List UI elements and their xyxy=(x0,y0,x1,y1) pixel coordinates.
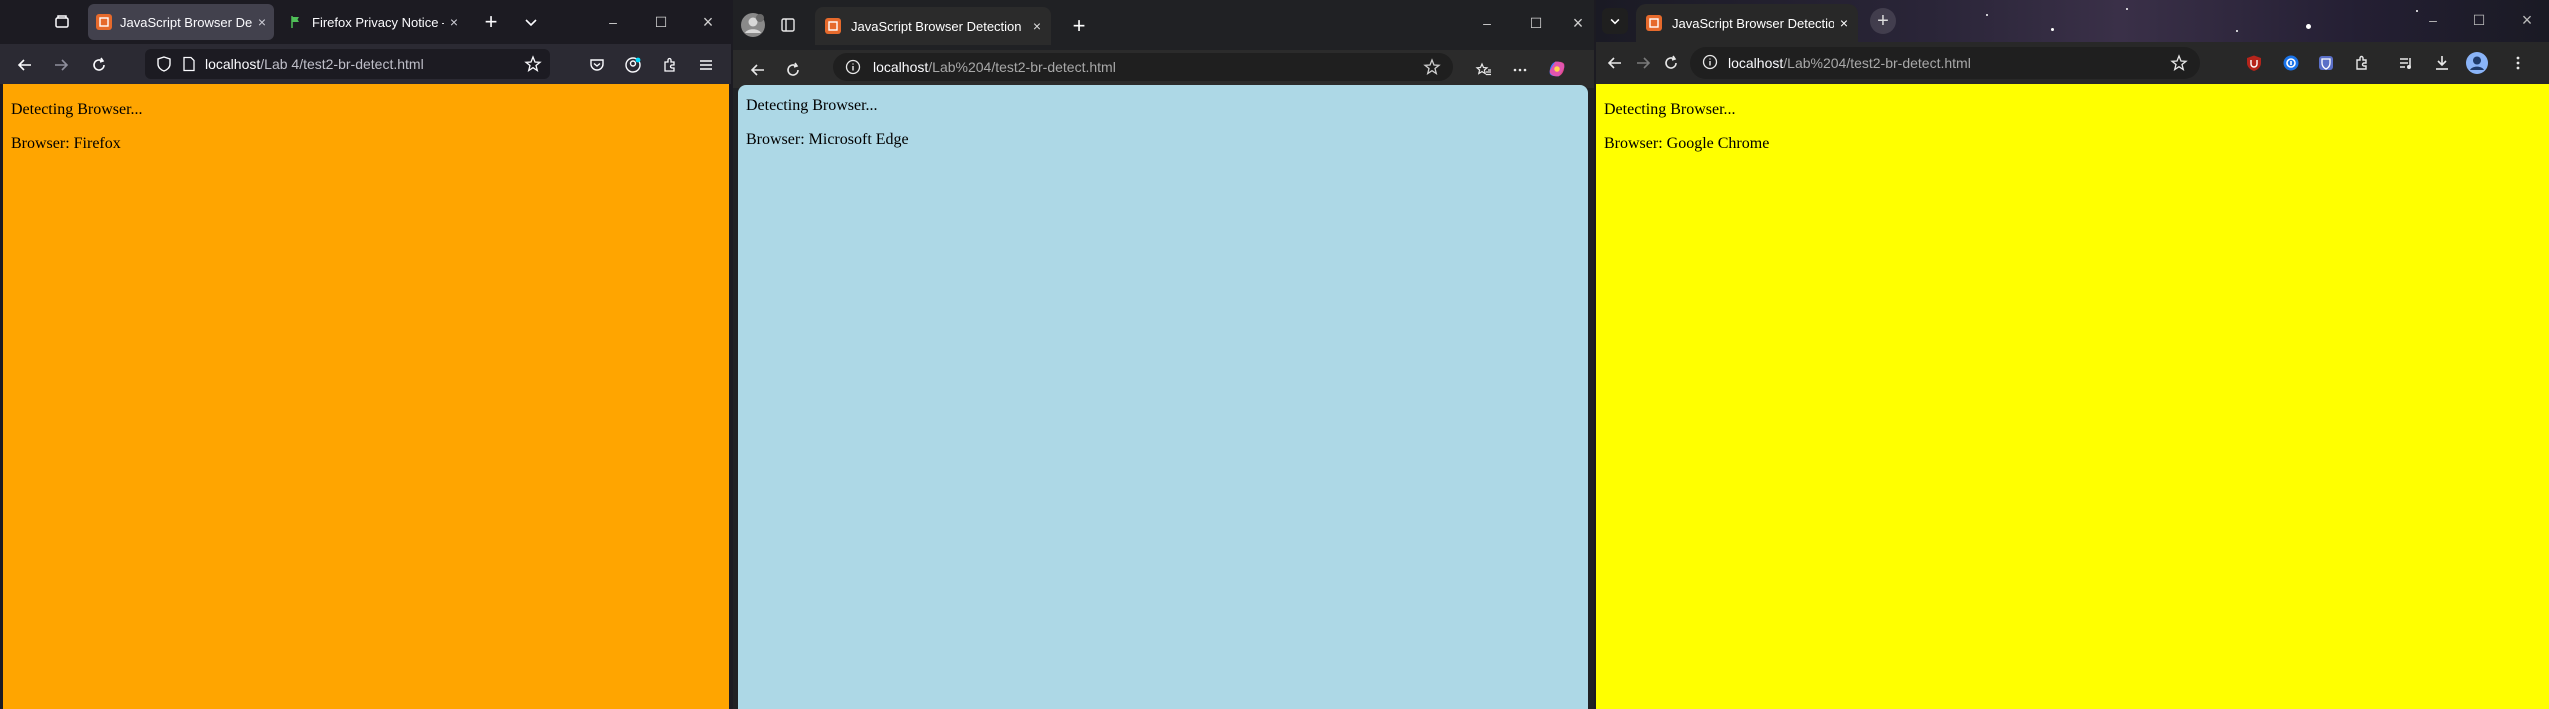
favorite-star-icon[interactable] xyxy=(1423,58,1441,76)
firefox-tab-bar: JavaScript Browser Detect × Firefox Priv… xyxy=(0,0,731,44)
profile-avatar-icon[interactable] xyxy=(740,12,766,38)
chrome-tab-label: JavaScript Browser Detection xyxy=(1672,15,1834,31)
copilot-icon[interactable] xyxy=(1545,57,1569,81)
page-icon[interactable] xyxy=(181,56,197,72)
edge-tab-browser-detect[interactable]: JavaScript Browser Detection × xyxy=(815,7,1051,45)
edge-tab-label: JavaScript Browser Detection xyxy=(851,18,1022,34)
detecting-text: Detecting Browser... xyxy=(746,97,878,114)
firefox-page-content: Detecting Browser... Browser: Firefox xyxy=(3,84,729,709)
chrome-tab-browser-detect[interactable]: JavaScript Browser Detection × xyxy=(1636,4,1858,42)
edge-window: JavaScript Browser Detection × + – ☐ × l… xyxy=(733,0,1594,709)
url-path: /Lab%204/test2-br-detect.html xyxy=(1783,55,1971,71)
star-decoration xyxy=(2236,30,2238,32)
minimize-button[interactable]: – xyxy=(597,0,629,44)
account-icon[interactable] xyxy=(622,54,644,76)
site-info-icon[interactable] xyxy=(1702,54,1720,72)
detecting-text: Detecting Browser... xyxy=(1604,101,1736,118)
chrome-page-content: Detecting Browser... Browser: Google Chr… xyxy=(1596,84,2549,709)
edge-tab-bar: JavaScript Browser Detection × + – ☐ × xyxy=(733,0,1594,50)
url-host: localhost xyxy=(1728,55,1784,71)
more-options-icon[interactable] xyxy=(1509,59,1531,81)
reload-icon[interactable] xyxy=(782,59,804,81)
window-close-button[interactable]: × xyxy=(1562,0,1594,46)
maximize-button[interactable]: ☐ xyxy=(1519,0,1553,46)
firefox-url-bar[interactable]: localhost/Lab 4/test2-br-detect.html xyxy=(145,49,550,79)
reload-icon[interactable] xyxy=(1660,52,1682,74)
tab-search-chevron-icon[interactable] xyxy=(1602,8,1628,34)
chrome-window: JavaScript Browser Detection × + – ☐ × l… xyxy=(1596,0,2549,709)
extensions-icon[interactable] xyxy=(2352,53,2372,73)
firefox-nav-toolbar: localhost/Lab 4/test2-br-detect.html xyxy=(0,44,731,84)
back-arrow-icon[interactable] xyxy=(1604,52,1626,74)
back-arrow-icon[interactable] xyxy=(14,54,36,76)
ublock-extension-icon[interactable] xyxy=(2244,53,2264,73)
close-icon[interactable]: × xyxy=(450,14,458,30)
star-decoration xyxy=(2051,28,2054,31)
firefox-view-icon[interactable] xyxy=(50,10,74,34)
star-decoration xyxy=(1986,14,1988,16)
chrome-nav-toolbar: localhost/Lab%204/test2-br-detect.html xyxy=(1596,42,2549,84)
favorites-icon[interactable] xyxy=(1473,59,1495,81)
window-close-button[interactable]: × xyxy=(692,0,724,44)
info-icon[interactable] xyxy=(845,59,861,75)
firefox-tab-browser-detect[interactable]: JavaScript Browser Detect × xyxy=(88,4,274,40)
shield-icon[interactable] xyxy=(155,55,173,73)
edge-nav-toolbar: localhost/Lab%204/test2-br-detect.html xyxy=(733,50,1594,88)
firefox-tab-label: JavaScript Browser Detect xyxy=(120,14,252,30)
minimize-button[interactable]: – xyxy=(2416,0,2450,40)
new-tab-button[interactable]: + xyxy=(479,9,503,34)
flag-favicon-icon xyxy=(288,14,304,30)
new-tab-button[interactable]: + xyxy=(1870,8,1896,34)
bookmark-star-icon[interactable] xyxy=(2170,54,2188,72)
profile-avatar-icon[interactable] xyxy=(2465,51,2489,75)
edge-page-content: Detecting Browser... Browser: Microsoft … xyxy=(738,85,1588,709)
extensions-icon[interactable] xyxy=(659,54,681,76)
close-icon[interactable]: × xyxy=(258,14,266,30)
menu-icon[interactable] xyxy=(695,54,717,76)
tab-actions-icon[interactable] xyxy=(777,14,799,36)
media-controls-icon[interactable] xyxy=(2396,53,2416,73)
maximize-button[interactable]: ☐ xyxy=(645,0,677,44)
url-host: localhost xyxy=(873,59,929,75)
browser-result-text: Browser: Google Chrome xyxy=(1604,135,1770,152)
url-host: localhost xyxy=(205,56,261,72)
reload-icon[interactable] xyxy=(88,54,110,76)
pocket-icon[interactable] xyxy=(586,54,608,76)
browser-result-text: Browser: Firefox xyxy=(11,135,121,152)
password-manager-icon[interactable] xyxy=(2281,53,2301,73)
star-decoration xyxy=(2126,8,2128,10)
js-favicon-icon xyxy=(96,14,112,30)
bookmark-star-icon[interactable] xyxy=(524,55,542,73)
maximize-button[interactable]: ☐ xyxy=(2462,0,2496,40)
close-icon[interactable]: × xyxy=(1840,15,1848,31)
minimize-button[interactable]: – xyxy=(1470,0,1504,46)
new-tab-button[interactable]: + xyxy=(1067,13,1091,38)
url-path: /Lab 4/test2-br-detect.html xyxy=(260,56,424,72)
edge-url-bar[interactable]: localhost/Lab%204/test2-br-detect.html xyxy=(833,53,1453,81)
browser-result-text: Browser: Microsoft Edge xyxy=(746,131,909,148)
url-path: /Lab%204/test2-br-detect.html xyxy=(928,59,1116,75)
download-icon[interactable] xyxy=(2432,53,2452,73)
js-favicon-icon xyxy=(825,18,841,34)
star-decoration xyxy=(2306,24,2311,29)
firefox-window: JavaScript Browser Detect × Firefox Priv… xyxy=(0,0,731,709)
chrome-tab-bar: JavaScript Browser Detection × + – ☐ × xyxy=(1596,0,2549,42)
back-arrow-icon[interactable] xyxy=(747,59,769,81)
chevron-down-icon[interactable] xyxy=(519,10,543,34)
chrome-url-bar[interactable]: localhost/Lab%204/test2-br-detect.html xyxy=(1690,47,2200,79)
firefox-tab-privacy-notice[interactable]: Firefox Privacy Notice — × xyxy=(280,4,466,40)
close-icon[interactable]: × xyxy=(1033,18,1041,34)
forward-arrow-icon[interactable] xyxy=(1632,52,1654,74)
firefox-tab-label: Firefox Privacy Notice — xyxy=(312,14,444,30)
js-favicon-icon xyxy=(1646,15,1662,31)
more-options-icon[interactable] xyxy=(2508,53,2528,73)
bitwarden-icon[interactable] xyxy=(2316,53,2336,73)
detecting-text: Detecting Browser... xyxy=(11,101,143,118)
window-close-button[interactable]: × xyxy=(2510,0,2544,40)
forward-arrow-icon[interactable] xyxy=(50,54,72,76)
